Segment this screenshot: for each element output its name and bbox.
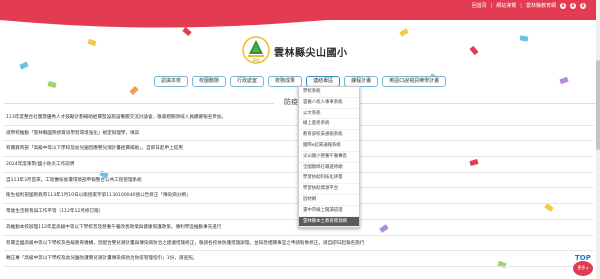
section-title: 防疫 [284, 98, 298, 106]
scrollbar-thumb[interactable] [596, 60, 600, 150]
section-divider [4, 103, 274, 104]
confetti-decoration [469, 45, 479, 56]
back-to-top-label: TOP [575, 254, 591, 262]
banner-wave [0, 8, 600, 28]
link-separator: | [520, 2, 522, 9]
dropdown-item[interactable]: 國際e起來通報系統 [299, 141, 359, 152]
nav-about[interactable]: 認識本校 [154, 76, 189, 87]
nav-admin-offices[interactable]: 行政處室 [230, 76, 265, 87]
nav-campus-news[interactable]: 校園動態 [192, 76, 227, 87]
nav-english-program[interactable]: 英語口說視訊樂學計畫 [382, 76, 447, 87]
confetti-decoration [519, 35, 529, 42]
font-size-medium-button[interactable]: A [570, 2, 576, 9]
links-dropdown-menu: 學校系統 雲嘉八校人事車系統 公文系統 線上進修系統 教育部校安通報系統 國際e… [298, 86, 360, 229]
dropdown-item[interactable]: 教育部校安通報系統 [299, 130, 359, 141]
scrollbar[interactable] [596, 0, 600, 279]
back-to-top-sub: 更多 ▸ [577, 265, 589, 270]
confetti-decoration [559, 76, 569, 85]
dropdown-item[interactable]: 線上進修系統 [299, 119, 359, 131]
dropdown-item[interactable]: 全國教師在職進修網 [299, 163, 359, 174]
link-separator: | [490, 2, 493, 9]
dropdown-item[interactable]: 學習扶助資源平台 [299, 184, 359, 195]
confetti-decoration [87, 38, 97, 47]
dropdown-item[interactable]: 尖山國小營養午餐專區 [299, 152, 359, 163]
news-item[interactable]: 轉正專「高級中等以下學校及幼兒園防護嬰兒潮計畫傳染病防治防疫管理指引」1份，請查… [4, 251, 594, 267]
confetti-decoration [47, 81, 57, 88]
home-link[interactable]: 回首頁 [472, 2, 487, 9]
section-divider [330, 103, 596, 104]
school-logo-icon[interactable]: 尖山 [242, 36, 270, 64]
top-links: 回首頁 | 網站導覽 | 雲林縣教育網 A A A [472, 1, 586, 10]
dropdown-item[interactable]: 書中市線上閱讀認證 [299, 206, 359, 217]
dropdown-item[interactable]: 公文系統 [299, 109, 359, 120]
county-edu-link[interactable]: 雲林縣教育網 [526, 2, 556, 9]
svg-text:尖山: 尖山 [253, 57, 261, 62]
dropdown-item[interactable]: 學校系統 [299, 87, 359, 98]
school-name[interactable]: 雲林縣尖山國小 [274, 44, 348, 59]
confetti-decoration [129, 85, 139, 96]
dropdown-item[interactable]: 因材網 [299, 195, 359, 206]
confetti-decoration [19, 61, 29, 70]
dropdown-item[interactable]: 學習扶助科技化評量 [299, 173, 359, 185]
dropdown-item[interactable]: 雲嘉八校人事車系統 [299, 98, 359, 109]
back-to-top-circle: 更多 ▸ [573, 261, 593, 276]
back-to-top-button[interactable]: 更多 ▸ TOP [571, 254, 595, 276]
nav-achievements[interactable]: 校務成果 [268, 76, 303, 87]
font-size-small-button[interactable]: A [560, 2, 566, 9]
news-item[interactable]: 有關全國高級中等以下學校及各級教育機構，因配合嬰兒潮計畫與傳染病防治之建議措施修… [4, 236, 594, 252]
font-size-large-button[interactable]: A [580, 2, 586, 9]
sitemap-link[interactable]: 網站導覽 [496, 2, 516, 9]
dropdown-item-active[interactable]: 雲林縣本土教育資源網 [299, 216, 359, 228]
